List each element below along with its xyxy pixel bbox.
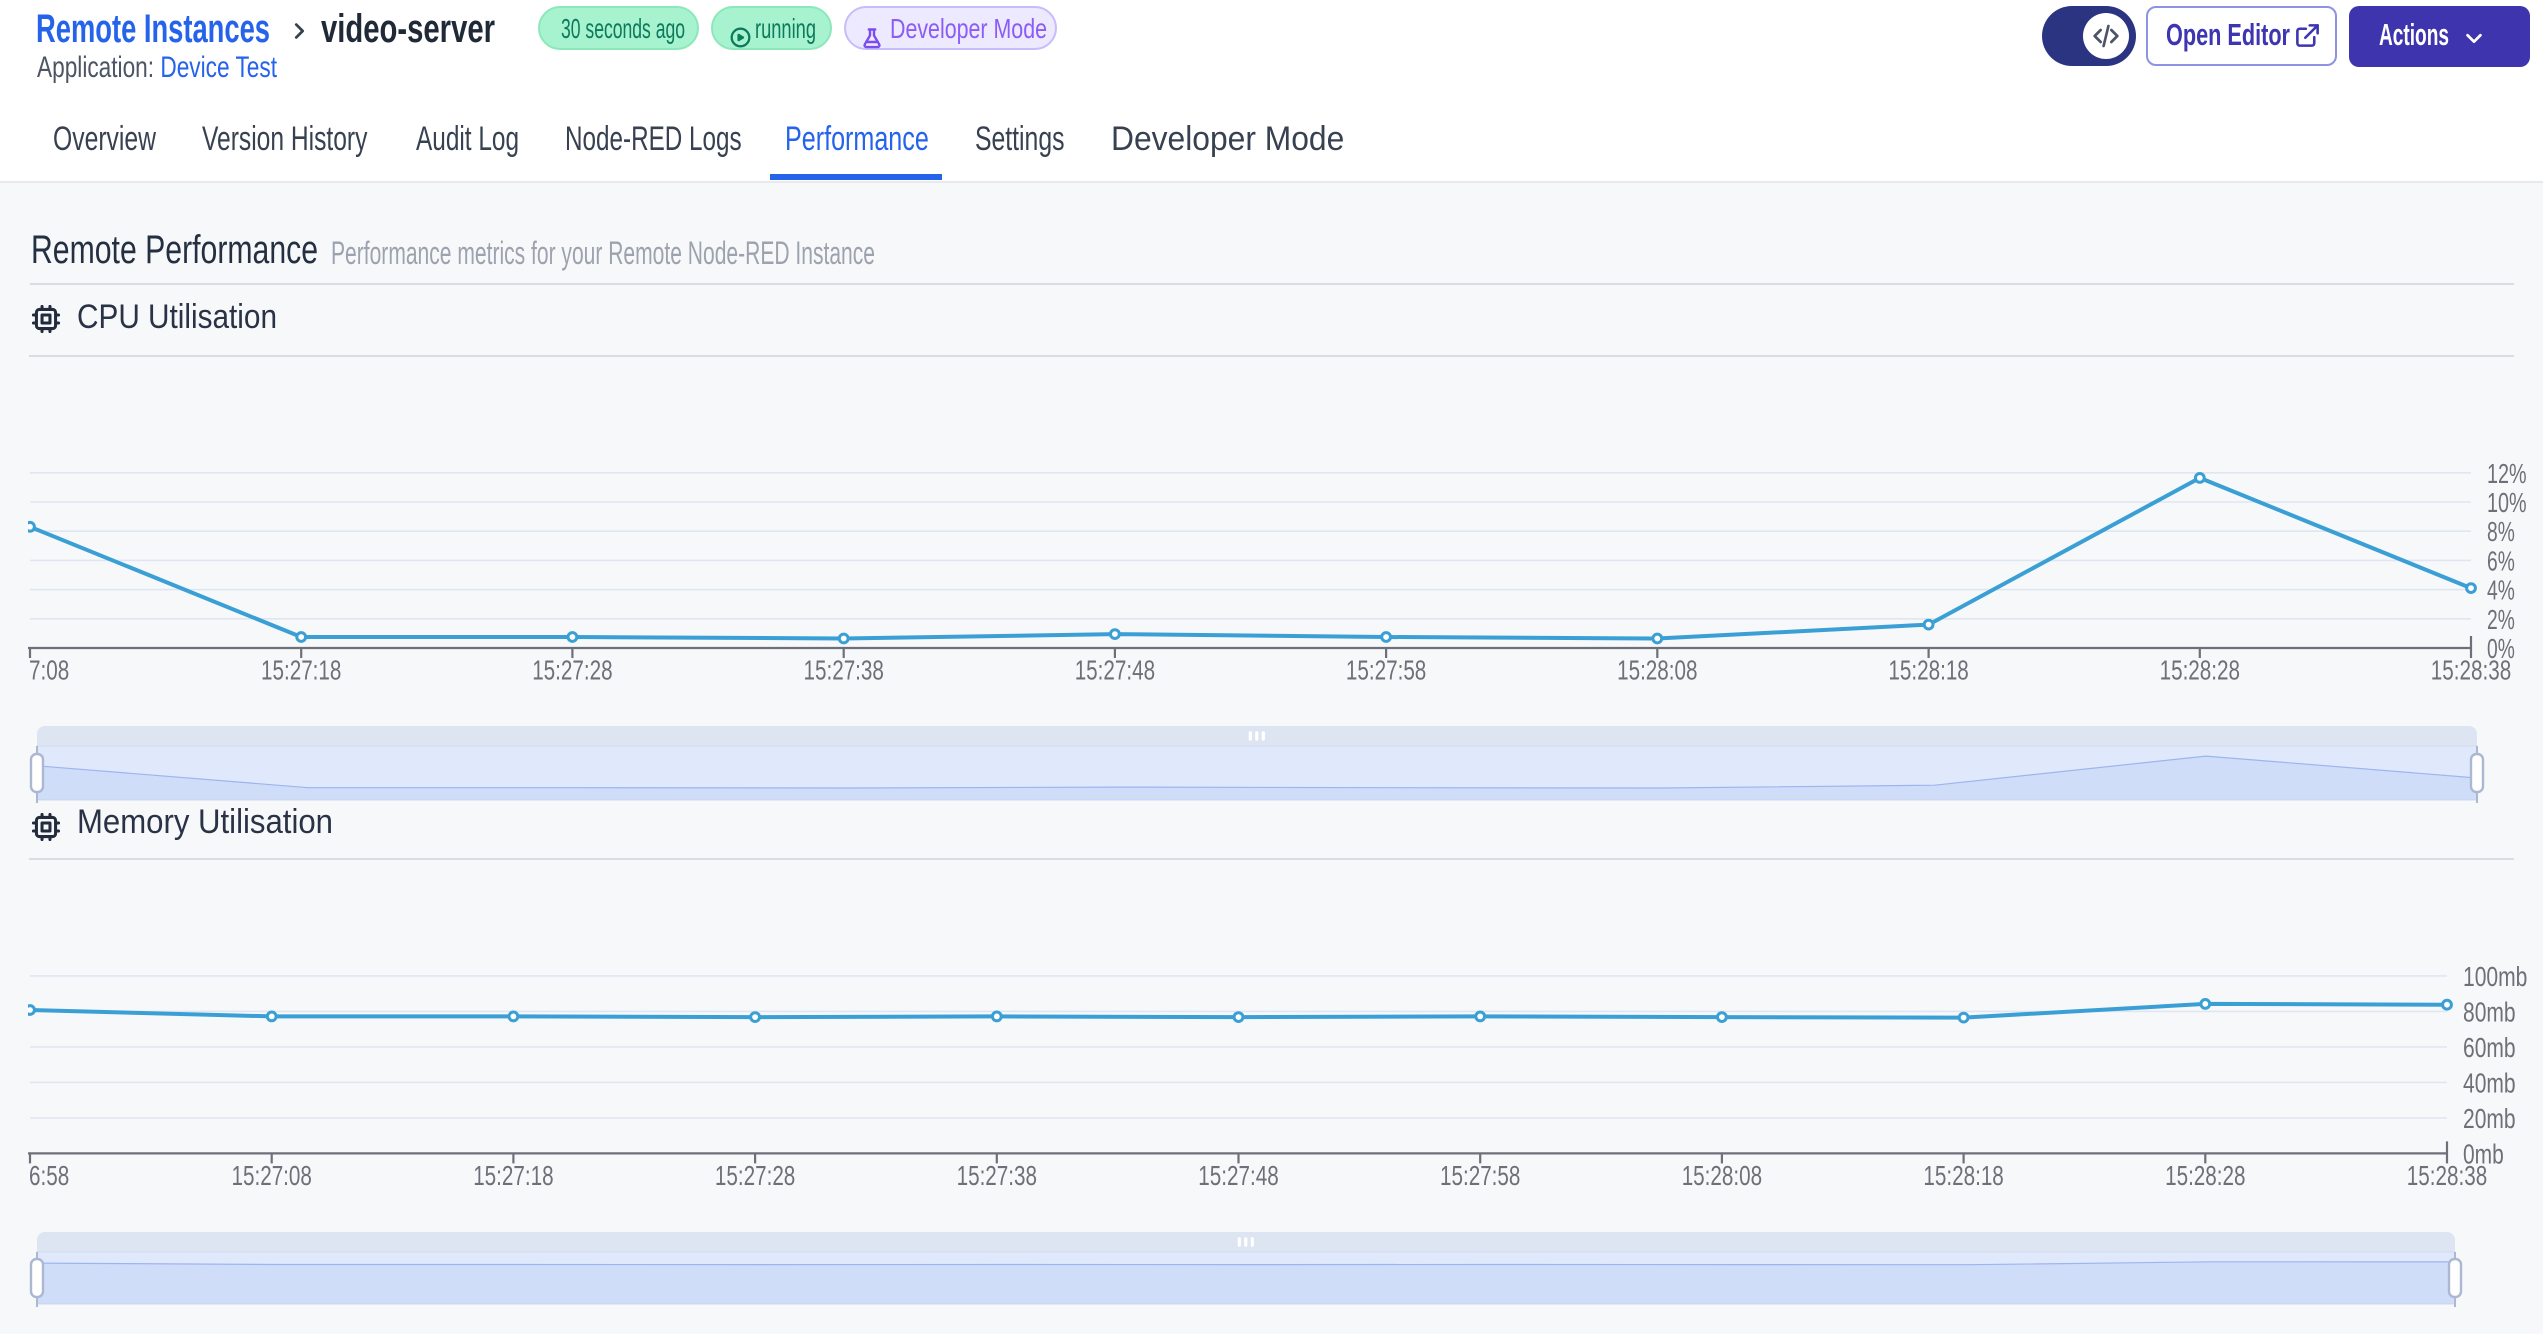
svg-text:0mb: 0mb [2463, 1138, 2504, 1169]
svg-text:8%: 8% [2487, 516, 2515, 547]
svg-text:80mb: 80mb [2463, 996, 2516, 1027]
svg-text:15:27:28: 15:27:28 [532, 655, 612, 686]
svg-text:40mb: 40mb [2463, 1067, 2516, 1098]
svg-text:6:58: 6:58 [29, 1160, 69, 1191]
svg-text:100mb: 100mb [2463, 961, 2527, 992]
svg-text:15:28:08: 15:28:08 [1617, 655, 1697, 686]
svg-text:12%: 12% [2487, 458, 2527, 489]
svg-text:20mb: 20mb [2463, 1103, 2516, 1134]
svg-text:15:27:18: 15:27:18 [473, 1160, 553, 1191]
svg-text:15:27:58: 15:27:58 [1346, 655, 1426, 686]
svg-text:10%: 10% [2487, 487, 2527, 518]
svg-text:15:27:38: 15:27:38 [804, 655, 884, 686]
svg-text:15:27:28: 15:27:28 [715, 1160, 795, 1191]
svg-text:15:28:18: 15:28:18 [1923, 1160, 2003, 1191]
svg-text:15:27:38: 15:27:38 [957, 1160, 1037, 1191]
svg-text:15:28:18: 15:28:18 [1888, 655, 1968, 686]
svg-text:15:27:58: 15:27:58 [1440, 1160, 1520, 1191]
svg-text:2%: 2% [2487, 604, 2515, 635]
svg-text:15:27:48: 15:27:48 [1075, 655, 1155, 686]
svg-text:15:28:28: 15:28:28 [2165, 1160, 2245, 1191]
svg-text:4%: 4% [2487, 575, 2515, 606]
svg-text:60mb: 60mb [2463, 1032, 2516, 1063]
svg-text:15:28:28: 15:28:28 [2160, 655, 2240, 686]
svg-text:15:27:48: 15:27:48 [1198, 1160, 1278, 1191]
svg-text:15:28:08: 15:28:08 [1682, 1160, 1762, 1191]
svg-text:6%: 6% [2487, 545, 2515, 576]
svg-text:15:27:18: 15:27:18 [261, 655, 341, 686]
svg-text:15:27:08: 15:27:08 [232, 1160, 312, 1191]
svg-text:0%: 0% [2487, 633, 2515, 664]
svg-text:7:08: 7:08 [29, 655, 69, 686]
